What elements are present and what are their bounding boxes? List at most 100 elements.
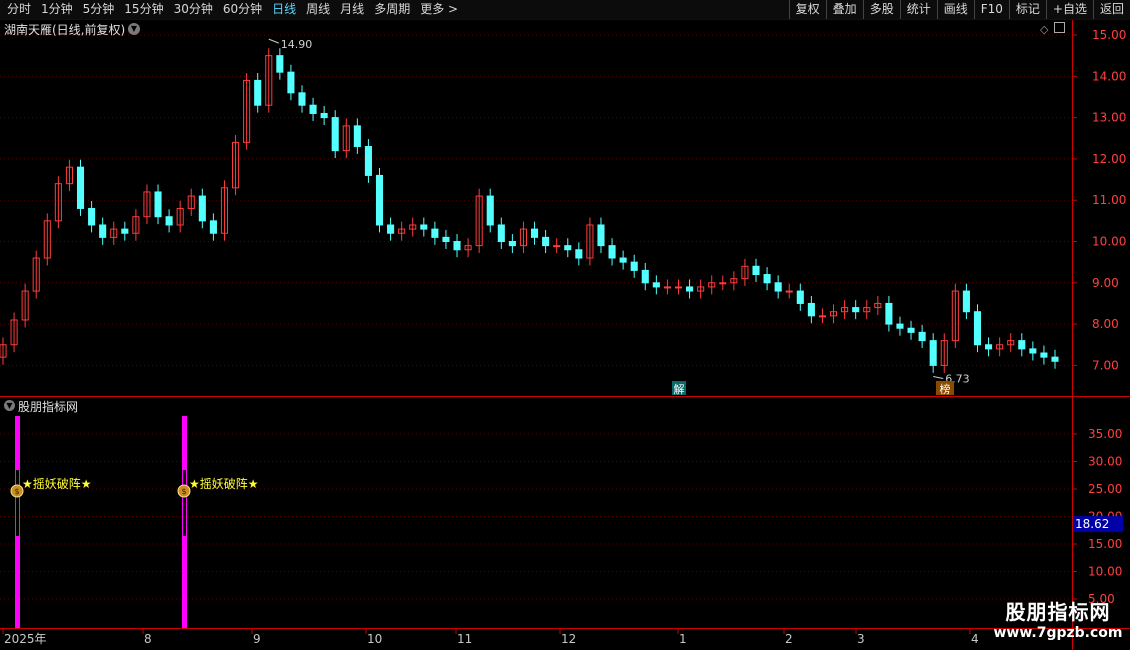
candle-body <box>353 125 361 148</box>
candle-body <box>1040 352 1048 358</box>
xaxis-label: 10 <box>367 632 382 646</box>
candle-body <box>375 174 384 226</box>
candle-body <box>630 261 638 271</box>
indicator-tick-label: 30.00 <box>1088 455 1122 469</box>
xaxis-label: 1 <box>679 632 687 646</box>
candle-body <box>763 274 771 284</box>
indicator-tick-label: 10.00 <box>1088 565 1122 579</box>
candle-body <box>198 195 206 222</box>
candle-body <box>896 323 904 329</box>
candle-body <box>165 216 173 226</box>
candle-body <box>885 302 893 325</box>
xaxis-label: 11 <box>457 632 472 646</box>
candle-body <box>453 241 461 251</box>
candle-body <box>309 104 317 114</box>
price-tick-label: 10.00 <box>1092 235 1126 249</box>
xaxis-label: 12 <box>561 632 576 646</box>
indicator-tick-label: 35.00 <box>1088 427 1122 441</box>
watermark: 股朋指标网 www.7gpzb.com <box>988 600 1128 642</box>
candle-body <box>852 307 860 313</box>
candle-body <box>508 241 516 247</box>
price-tick-label: 11.00 <box>1092 193 1126 207</box>
candle-body <box>88 207 96 226</box>
candle-body <box>1018 340 1026 350</box>
candle-body <box>818 315 826 318</box>
candle-body <box>641 269 649 284</box>
price-tick-label: 9.00 <box>1092 276 1119 290</box>
marker-jie-text: 解 <box>674 382 685 396</box>
candle-body <box>320 112 328 119</box>
candle-body <box>542 236 550 247</box>
candle-body <box>663 286 671 289</box>
candle-body <box>774 282 782 292</box>
watermark-title: 股朋指标网 <box>1005 600 1111 624</box>
xaxis-label: 3 <box>857 632 865 646</box>
xaxis-label: 9 <box>253 632 261 646</box>
indicator-tick-label: 15.00 <box>1088 537 1122 551</box>
candle-body <box>209 220 217 234</box>
candle-body <box>575 249 583 259</box>
candle-body <box>907 327 915 333</box>
candle-body <box>287 71 295 94</box>
candle-body <box>785 290 793 293</box>
candle-body <box>962 290 970 313</box>
price-tick-label: 13.00 <box>1092 111 1126 125</box>
xaxis-label: 2025年 <box>4 632 47 646</box>
xaxis-label: 4 <box>971 632 979 646</box>
money-bag-symbol: $ <box>181 487 186 496</box>
price-tick-label: 8.00 <box>1092 317 1119 331</box>
price-tick-label: 14.00 <box>1092 69 1126 83</box>
marker-bang-text: 榜 <box>940 382 951 396</box>
candle-body <box>121 228 129 234</box>
signal-label: ★摇妖破阵★ <box>22 476 92 491</box>
signal-label: ★摇妖破阵★ <box>189 476 259 491</box>
price-tick-label: 12.00 <box>1092 152 1126 166</box>
candle-body <box>608 245 616 259</box>
xaxis-label: 2 <box>785 632 793 646</box>
candle-body <box>973 311 982 346</box>
high-label: 14.90 <box>281 38 313 51</box>
candle-body <box>442 236 450 242</box>
candle-body <box>719 282 727 285</box>
candle-body <box>154 191 162 218</box>
candle-body <box>497 224 505 242</box>
candle-body <box>1029 348 1037 354</box>
candle-body <box>752 265 760 276</box>
candle-body <box>99 224 107 238</box>
candle-body <box>796 290 804 304</box>
candle-body <box>652 282 660 288</box>
candle-body <box>686 286 694 292</box>
candle-body <box>553 245 561 248</box>
watermark-url: www.7gpzb.com <box>993 625 1123 641</box>
price-tick-label: 15.00 <box>1092 28 1126 42</box>
candle-body <box>1051 356 1059 362</box>
kline-chart[interactable]: 15.00 14.00 13.00 12.00 11.00 10.00 9.00 8.00 7.… <box>0 0 1130 650</box>
candle-body <box>530 228 539 238</box>
candle-body <box>431 228 439 238</box>
indicator-tick-label: 25.00 <box>1088 482 1122 496</box>
signal-bar-gap <box>183 470 186 536</box>
candle-body <box>420 224 428 230</box>
candle-body <box>331 117 339 152</box>
money-bag-symbol: $ <box>14 487 19 496</box>
candle-body <box>918 331 926 342</box>
price-tick-label: 7.00 <box>1092 358 1119 372</box>
candle-body <box>254 79 262 106</box>
candle-body <box>298 92 306 106</box>
candle-body <box>364 146 372 176</box>
low-pointer <box>933 376 944 380</box>
candle-body <box>387 224 395 234</box>
candle-body <box>564 245 572 251</box>
candle-body <box>76 166 85 209</box>
current-value: 18.62 <box>1075 517 1109 531</box>
candle-body <box>807 302 815 317</box>
xaxis-label: 8 <box>144 632 152 646</box>
high-pointer <box>268 38 279 44</box>
signal-bar-gap <box>16 470 19 536</box>
candle-body <box>985 344 993 350</box>
candle-body <box>619 257 627 263</box>
candle-body <box>929 340 937 366</box>
candle-body <box>674 286 683 289</box>
candle-body <box>276 55 284 73</box>
candle-body <box>597 224 605 247</box>
